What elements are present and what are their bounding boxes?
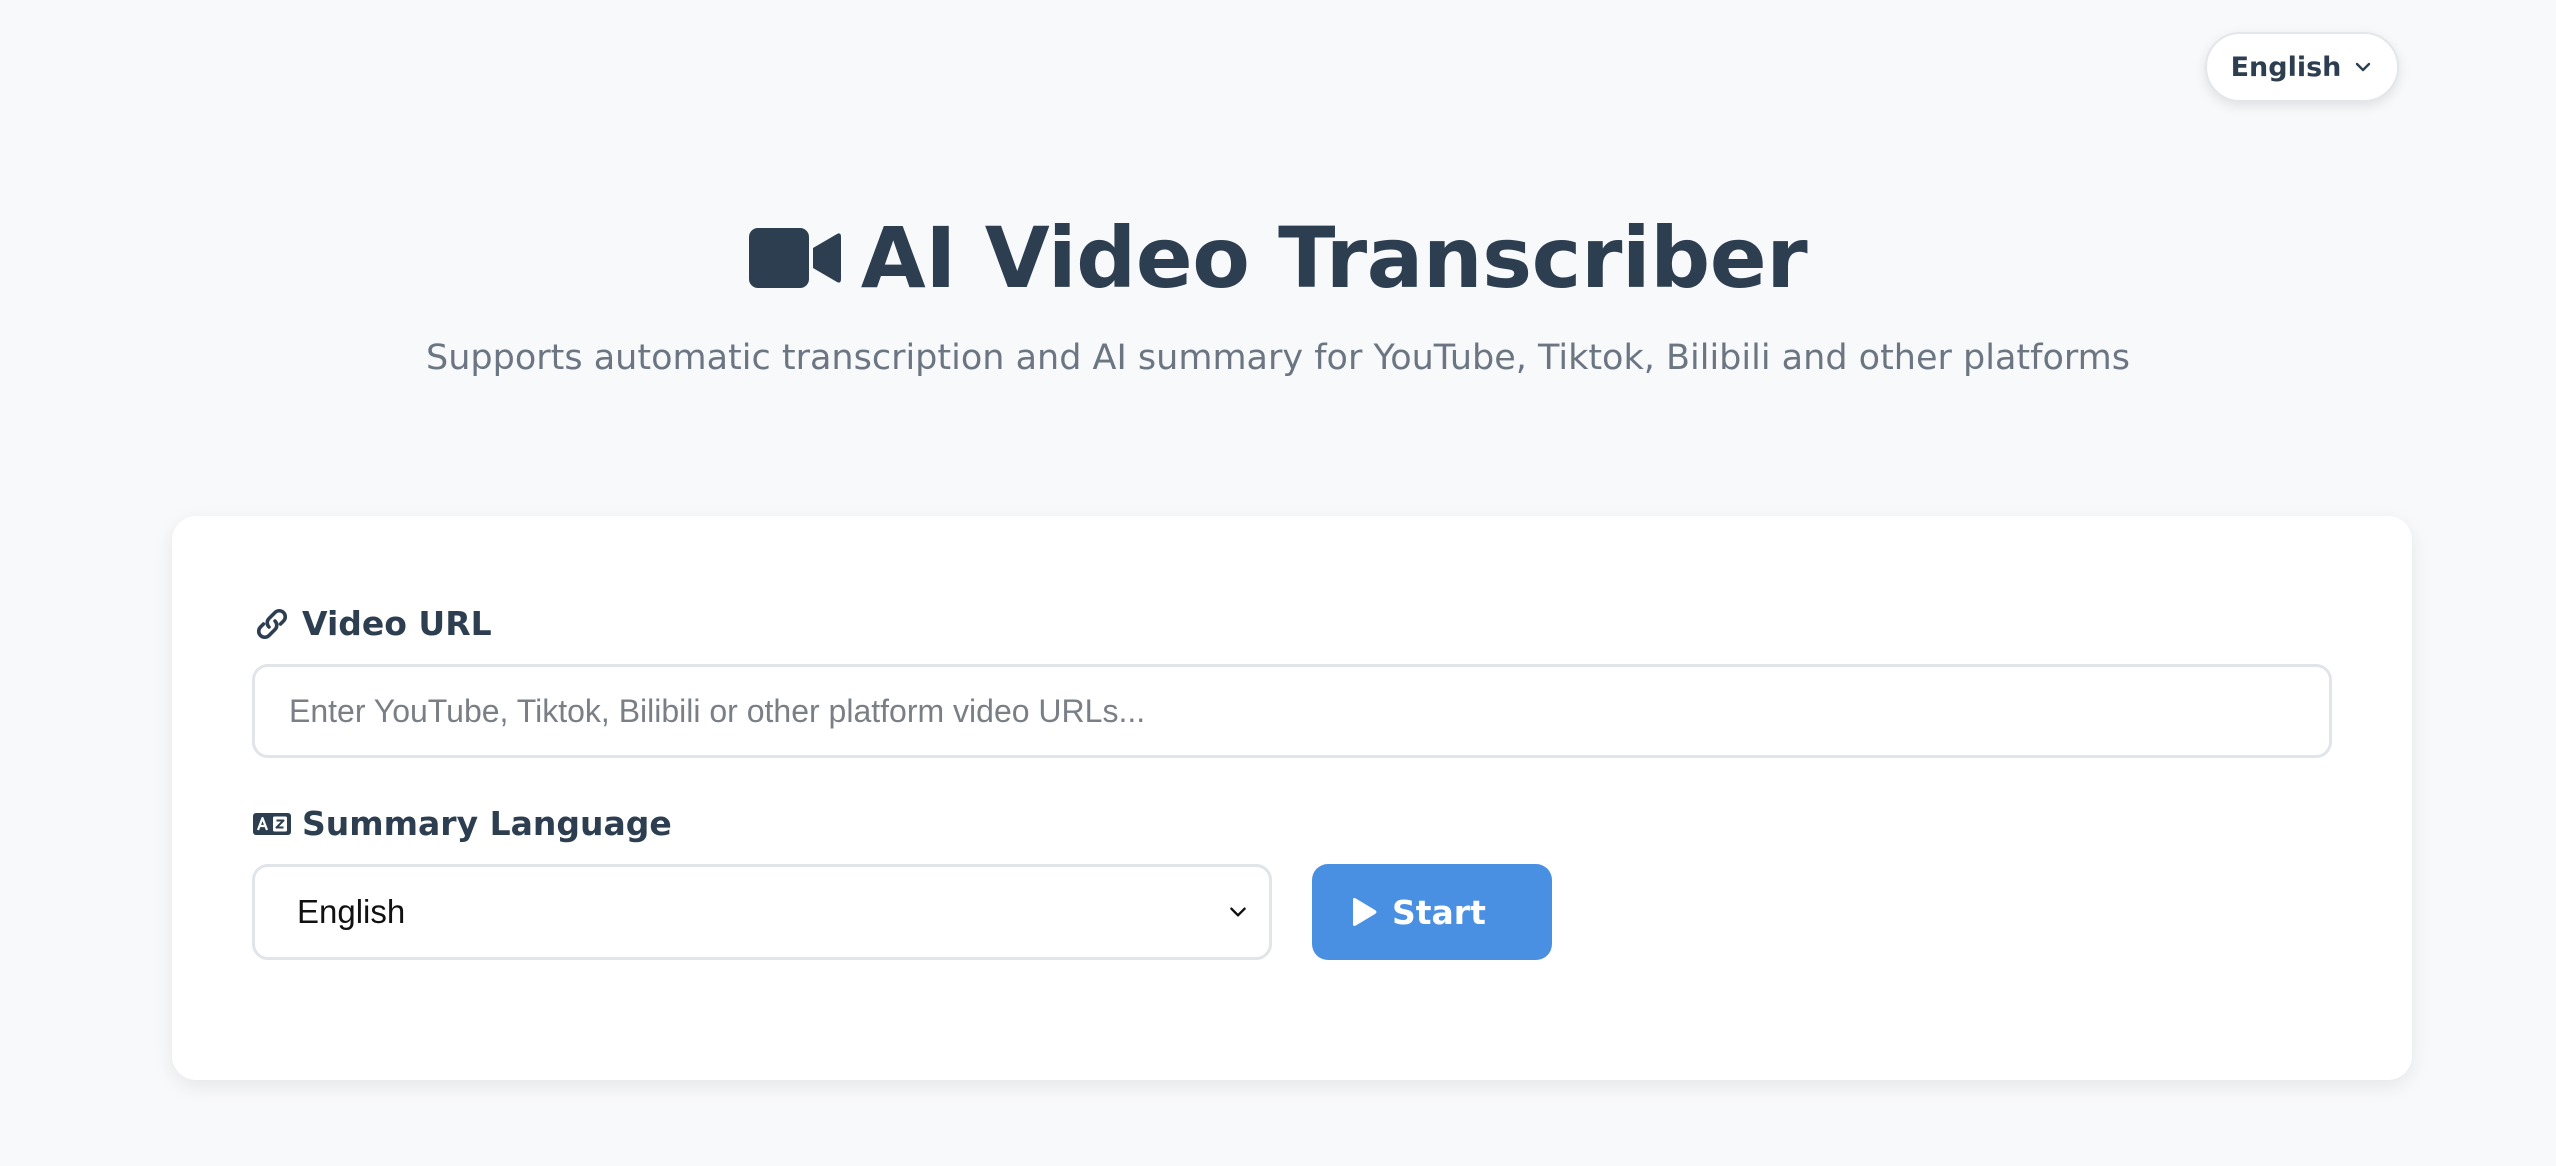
start-button[interactable]: Start bbox=[1312, 864, 1552, 960]
page-title: AI Video Transcriber bbox=[860, 209, 1808, 307]
video-url-label: Video URL bbox=[252, 604, 492, 643]
start-button-label: Start bbox=[1392, 892, 1486, 932]
video-url-label-text: Video URL bbox=[302, 604, 492, 643]
video-url-input[interactable] bbox=[252, 664, 2332, 758]
summary-language-selected: English bbox=[297, 893, 406, 930]
summary-language-label: Summary Language bbox=[252, 804, 672, 843]
link-icon bbox=[257, 608, 287, 639]
transcribe-form-card: Video URL Summary Language English Start bbox=[172, 516, 2412, 1080]
page-subtitle: Supports automatic transcription and AI … bbox=[426, 338, 2130, 378]
language-switcher-label: English bbox=[2230, 51, 2342, 83]
chevron-down-icon bbox=[1230, 907, 1246, 917]
summary-language-label-text: Summary Language bbox=[302, 804, 672, 843]
chevron-down-icon bbox=[2356, 62, 2371, 72]
page-header: AI Video Transcriber Supports automatic … bbox=[0, 200, 2556, 378]
language-switcher[interactable]: English bbox=[2205, 32, 2399, 102]
language-icon bbox=[253, 812, 291, 835]
title-row: AI Video Transcriber bbox=[748, 200, 1808, 316]
video-camera-icon bbox=[748, 228, 841, 288]
play-icon bbox=[1353, 898, 1377, 926]
summary-language-select[interactable]: English bbox=[252, 864, 1272, 960]
